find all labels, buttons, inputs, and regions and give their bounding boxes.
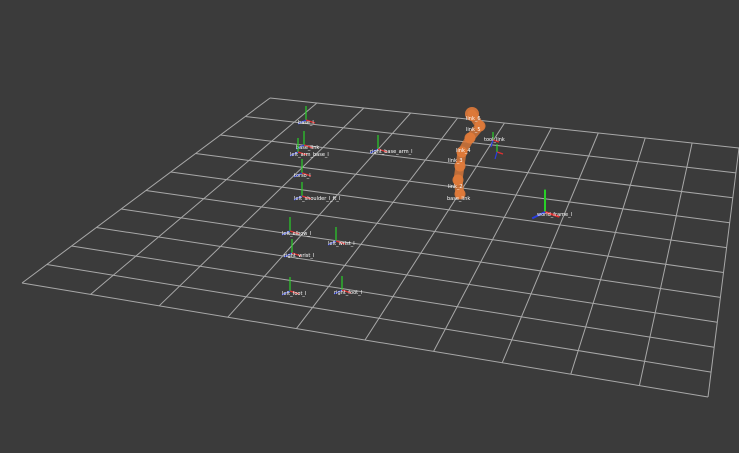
frame-h-label: left_wrist_l: [328, 241, 355, 247]
robot-link-4: link_4: [456, 148, 471, 154]
tf-frames: base_lbase_linkleft_arm_base_l right_base…: [281, 106, 572, 297]
scene-canvas[interactable]: base_lbase_linkleft_arm_base_l right_base…: [0, 0, 739, 453]
frame-g-label: left_elbow_l: [282, 231, 311, 237]
grid-line-col: [570, 137, 646, 375]
robot-link-7: base_link: [447, 196, 470, 202]
frame-g: left_elbow_l: [281, 217, 311, 237]
robot-link-3: tool_link: [484, 137, 505, 143]
ground-grid: [21, 97, 739, 398]
3d-viewport[interactable]: base_l base_link left_arm_base_l right_base…: [0, 0, 739, 453]
grid-line-col: [638, 142, 693, 386]
frame-a: base_l: [297, 106, 316, 126]
robot-joint[interactable]: [464, 132, 476, 144]
grid-line-col: [21, 97, 271, 284]
frame-k: right_foot_l: [333, 276, 362, 296]
grid-line-col: [501, 132, 599, 363]
frame-d: right_base_arm_l: [369, 135, 412, 155]
robot-link-axis: [494, 151, 498, 160]
robot-link-axis: [496, 151, 504, 155]
frame-k-label: right_foot_l: [334, 290, 362, 296]
frame-e-label: torso_l: [294, 173, 311, 179]
frame-f-label: left_shoulder_l_ft_l: [294, 196, 340, 202]
robot-link-5: link_3: [448, 158, 463, 164]
frame-b: base_link: [295, 131, 319, 151]
frame-j-label: left_foot_l: [282, 291, 306, 297]
frame-d-label: right_base_arm_l: [370, 149, 412, 155]
robot-link-2: link_5: [466, 127, 481, 133]
frame-c-label: left_arm_base_l: [290, 152, 329, 158]
robot-link-1: link_6: [466, 116, 481, 122]
frame-a-label: base_l: [298, 120, 314, 126]
frame-i-label: right_wrist_l: [284, 253, 314, 259]
grid-line-col: [90, 102, 318, 295]
grid-line-col: [707, 147, 739, 398]
robot-link-6: link_2: [448, 184, 463, 190]
frame-b-label: base_link: [296, 145, 319, 151]
frame-l: world_frame_l: [531, 189, 572, 220]
frame-h: left_wrist_l: [327, 227, 355, 247]
frame-l-label: world_frame_l: [537, 212, 572, 218]
